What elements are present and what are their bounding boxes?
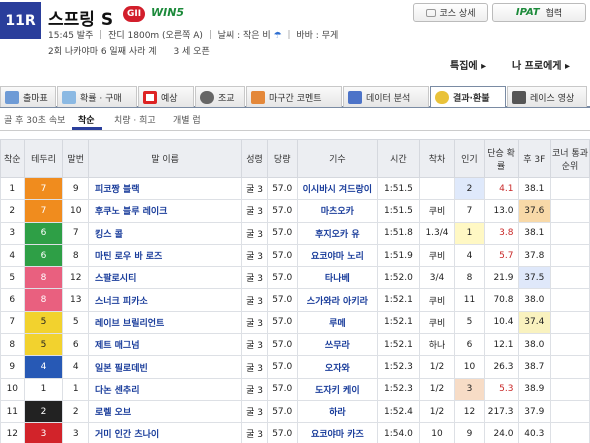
col-gate: 테두리 bbox=[23, 139, 64, 178]
tab-training[interactable]: 조교 bbox=[195, 86, 245, 107]
jockey-link[interactable]: 쓰무라 bbox=[296, 333, 379, 357]
horse-name-link[interactable]: 거미 인간 츠나이 bbox=[87, 422, 243, 443]
col-sex-age: 성령 bbox=[241, 139, 268, 178]
jockey-link[interactable]: 요코야마 카즈 bbox=[296, 422, 379, 443]
col-horse-number: 말번 bbox=[62, 139, 89, 178]
tab-data-analysis[interactable]: 데이터 분석 bbox=[343, 86, 429, 107]
col-popularity: 인기 bbox=[454, 139, 485, 178]
tab-stable-comment[interactable]: 마구간 코멘트 bbox=[246, 86, 342, 107]
horse-name-link[interactable]: 피코짱 블랙 bbox=[87, 176, 243, 201]
track-condition: 바바 : 무게 bbox=[296, 31, 339, 41]
table-row: 367 킹스 콜굴 3 57.0 후지오카 유 1:51.8 1.3/4 1 3.8 38… bbox=[0, 221, 590, 245]
col-win-odds: 단승 확률 bbox=[483, 139, 519, 178]
tab-results[interactable]: 결과·환불 bbox=[430, 86, 506, 107]
col-finish: 착순 bbox=[0, 139, 25, 178]
jockey-link[interactable]: 후지오카 유 bbox=[296, 221, 379, 245]
table-row: 6 8 13 스너크 피카소 굴 3 57.0 스가와라 아키라 1:52.1 쿠비 11 7… bbox=[0, 288, 590, 312]
table-row: 11 2 2 로렐 오브 굴 3 57.0 하라 1:52.4 1/2 12 217.3 37.… bbox=[0, 399, 590, 424]
result-subnav: 골 후 30초 속보 착순 치량 · 희고 개별 럽 bbox=[0, 110, 590, 128]
jockey-link[interactable]: 요코야마 노리 bbox=[296, 243, 379, 268]
target-icon bbox=[143, 90, 157, 104]
ipat-label: 협력 bbox=[545, 9, 563, 19]
horse-name-link[interactable]: 마틴 로우 바 로즈 bbox=[87, 243, 243, 268]
tab-odds[interactable]: 확률 · 구매 bbox=[57, 86, 137, 107]
table-row: 944 일본 필로데빈 굴 3 57.0 오자와 1:52.3 1/2 10 26.3 38… bbox=[0, 355, 590, 379]
odds-table-icon bbox=[62, 90, 76, 104]
umbrella-icon: ☂ bbox=[273, 31, 282, 41]
table-row: 755 레이브 브릴리언트 굴 3 57.0 루메 1:52.1 쿠비 5 10.4 37.… bbox=[0, 310, 590, 335]
tab-entries[interactable]: 출마표 bbox=[0, 86, 56, 107]
horse-name-link[interactable]: 킹스 콜 bbox=[87, 221, 243, 245]
horse-name-link[interactable]: 로렐 오브 bbox=[87, 399, 243, 424]
pro-link[interactable]: 나 프로에게 ▸ bbox=[512, 57, 570, 72]
horse-name-link[interactable]: 후쿠노 블루 레이크 bbox=[87, 199, 243, 223]
chart-icon bbox=[348, 90, 362, 104]
col-jockey: 기수 bbox=[296, 139, 379, 178]
video-icon bbox=[512, 90, 526, 104]
horse-name-link[interactable]: 스팔로시티 bbox=[87, 266, 243, 290]
stable-icon bbox=[251, 90, 265, 104]
col-margin: 착차 bbox=[418, 139, 456, 178]
tab-race-video[interactable]: 레이스 영상 bbox=[507, 86, 587, 107]
jockey-link[interactable]: 마츠오카 bbox=[296, 199, 379, 223]
weather: 날씨 : 작은 비 bbox=[217, 31, 271, 41]
horse-name-link[interactable]: 제트 매그넘 bbox=[87, 333, 243, 357]
col-weight: 당량 bbox=[266, 139, 298, 178]
horse-name-link[interactable]: 일본 필로데빈 bbox=[87, 355, 243, 379]
col-corner: 코너 통과 순위 bbox=[550, 139, 590, 178]
subnav-finish-order[interactable]: 착순 bbox=[78, 113, 95, 126]
jockey-link[interactable]: 타나베 bbox=[296, 266, 379, 290]
horse-name-link[interactable]: 스너크 피카소 bbox=[87, 288, 243, 312]
special-feature-link[interactable]: 특집에 ▸ bbox=[450, 57, 486, 72]
chevron-right-icon: ▸ bbox=[564, 61, 570, 72]
course-detail-label: 코스 상세 bbox=[439, 9, 476, 19]
entry-table-icon bbox=[5, 90, 19, 104]
subnav-lap[interactable]: 개별 럽 bbox=[173, 113, 201, 126]
table-row: 10 1 1 다논 센추리 굴 3 57.0 도자키 케이 1:52.3 1/2 3 5.3 3… bbox=[0, 377, 590, 401]
results-table: 착순 테두리 말번 말 이름 성령 당량 기수 시간 착차 인기 단승 확률 후… bbox=[0, 139, 590, 443]
jockey-link[interactable]: 하라 bbox=[296, 399, 379, 424]
race-number-badge: 11R bbox=[0, 2, 41, 39]
col-last-3f: 후 3F bbox=[517, 139, 552, 178]
track-distance: 잔디 1800m (오른쪽 A) bbox=[108, 31, 203, 41]
course-icon bbox=[425, 8, 436, 17]
table-row: 856 제트 매그넘 굴 3 57.0 쓰무라 1:52.1 하나 6 12.1 38.0 bbox=[0, 333, 590, 357]
ipat-button[interactable]: IPAT 협력 bbox=[492, 3, 586, 22]
race-name: 스프링 S bbox=[48, 10, 114, 30]
table-row: 468 마틴 로우 바 로즈 굴 3 57.0 요코야마 노리 1:51.9 쿠비 45… bbox=[0, 243, 590, 268]
course-detail-button[interactable]: 코스 상세 bbox=[413, 3, 488, 22]
table-row: 2 7 10 후쿠노 블루 레이크 굴 3 57.0 마츠오카 1:51.5 쿠비 7 13.… bbox=[0, 199, 590, 223]
col-horse-name: 말 이름 bbox=[87, 139, 243, 178]
post-race-flash-link[interactable]: 골 후 30초 속보 bbox=[4, 113, 65, 126]
horse-name-link[interactable]: 다논 센추리 bbox=[87, 377, 243, 401]
race-class: 3 세 오픈 bbox=[173, 47, 210, 57]
jockey-link[interactable]: 루메 bbox=[296, 310, 379, 335]
jockey-link[interactable]: 오자와 bbox=[296, 355, 379, 379]
post-time: 15:45 발주 bbox=[48, 31, 94, 41]
table-row: 5 8 12 스팔로시티 굴 3 57.0 타나베 1:52.0 3/4 8 21.9 37.5 bbox=[0, 266, 590, 290]
grade-badge: GII bbox=[123, 6, 145, 22]
race-info-line-2: 2회 나카야마 6 일째 사라 계 3 세 오픈 bbox=[48, 44, 224, 57]
subnav-weight[interactable]: 치량 · 희고 bbox=[114, 113, 156, 126]
jockey-link[interactable]: 도자키 케이 bbox=[296, 377, 379, 401]
jockey-link[interactable]: 이시바시 겨드랑이 bbox=[296, 176, 379, 201]
ipat-logo: IPAT bbox=[515, 7, 540, 18]
table-header-row: 착순 테두리 말번 말 이름 성령 당량 기수 시간 착차 인기 단승 확률 후… bbox=[0, 139, 590, 178]
divider bbox=[0, 130, 590, 131]
table-row: 179 피코짱 블랙 굴 3 57.0 이시바시 겨드랑이 1:51.5 2 4.1 38… bbox=[0, 176, 590, 201]
horse-name-link[interactable]: 레이브 브릴리언트 bbox=[87, 310, 243, 335]
col-time: 시간 bbox=[377, 139, 420, 178]
tab-prediction[interactable]: 예상 bbox=[138, 86, 194, 107]
meeting-info: 2회 나카야마 6 일째 사라 계 bbox=[48, 47, 157, 57]
jockey-link[interactable]: 스가와라 아키라 bbox=[296, 288, 379, 312]
stopwatch-icon bbox=[200, 90, 214, 104]
win5-logo: WIN5 bbox=[151, 6, 185, 19]
table-row: 12 3 3 거미 인간 츠나이 굴 3 57.0 요코야마 카즈 1:54.0 10 92… bbox=[0, 422, 590, 443]
race-info-line-1: 15:45 발주 ｜ 잔디 1800m (오른쪽 A) ｜ 날씨 : 작은 비 … bbox=[48, 31, 339, 41]
coins-icon bbox=[435, 90, 449, 104]
chevron-right-icon: ▸ bbox=[481, 61, 487, 72]
race-tabs: 출마표 확률 · 구매 예상 조교 마구간 코멘트 데이터 분석 결과·환불 레… bbox=[0, 86, 590, 108]
